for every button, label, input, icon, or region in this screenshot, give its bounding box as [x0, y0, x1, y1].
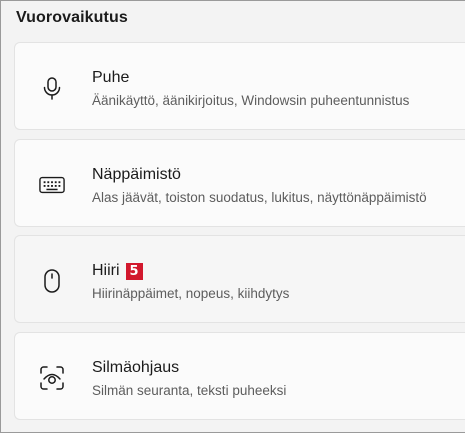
eye-control-icon [39, 366, 65, 390]
settings-item-title: Silmäohjaus [92, 359, 180, 376]
settings-item-hiiri[interactable]: Hiiri 5 Hiirinäppäimet, nopeus, kiihdyty… [14, 235, 465, 323]
keyboard-icon [39, 174, 65, 196]
settings-item-description: Hiirinäppäimet, nopeus, kiihdytys [92, 286, 290, 301]
settings-item-nappaimisto[interactable]: Näppäimistö Alas jäävät, toiston suodatu… [14, 139, 465, 227]
step-number-badge: 5 [125, 262, 143, 280]
settings-item-description: Äänikäyttö, äänikirjoitus, Windowsin puh… [92, 93, 410, 108]
settings-item-silmaohjaus[interactable]: Silmäohjaus Silmän seuranta, teksti puhe… [14, 332, 465, 420]
settings-item-description: Silmän seuranta, teksti puheeksi [92, 383, 287, 398]
settings-item-title-row: Hiiri 5 [92, 262, 143, 280]
section-title: Vuorovaikutus [16, 9, 128, 26]
mouse-icon [39, 269, 65, 293]
accessibility-settings-panel: Vuorovaikutus Puhe Äänikäyttö, äänikirjo… [0, 0, 465, 433]
microphone-icon [39, 77, 65, 100]
settings-item-description: Alas jäävät, toiston suodatus, lukitus, … [92, 190, 427, 205]
settings-item-title: Näppäimistö [92, 166, 181, 183]
settings-item-title: Puhe [92, 69, 130, 86]
settings-item-title: Hiiri [92, 262, 120, 279]
settings-item-puhe[interactable]: Puhe Äänikäyttö, äänikirjoitus, Windowsi… [14, 42, 465, 130]
